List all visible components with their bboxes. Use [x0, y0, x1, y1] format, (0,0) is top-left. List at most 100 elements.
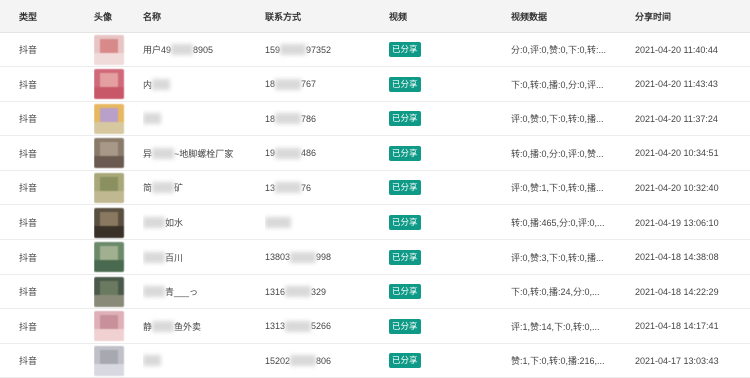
table-row[interactable]: 抖音 青___っ 1316 329 已分享 下:0,转:0,播:24,分:0,.… [0, 275, 750, 310]
cell-name [143, 102, 258, 135]
cell-share-time: 2021-04-20 11:40:44 [635, 44, 718, 55]
name-text-start: 内 [143, 79, 153, 90]
cell-video: 已分享 [389, 275, 489, 308]
redacted-block [171, 44, 194, 55]
contact-text-start: 13 [265, 182, 276, 193]
table-row[interactable]: 抖音 18 786 已分享 评:0,赞:0,下:0,转:0,播... 2021-… [0, 102, 750, 137]
avatar [94, 69, 124, 100]
cell-video-stats: 评:0,赞:3,下:0,转:0,播... [511, 252, 604, 263]
cell-share-time: 2021-04-19 13:06:10 [635, 217, 719, 228]
table-row[interactable]: 抖音 百川 13803 998 已分享 评:0,赞:3,下:0,转:0,播...… [0, 241, 750, 275]
shared-status-badge[interactable]: 已分享 [389, 111, 421, 127]
cell-video: 已分享 [389, 171, 489, 204]
redacted-block [143, 113, 161, 125]
table-row[interactable]: 抖音 简 矿 13 76 已分享 评:0,赞:1,下:0,转:0,播... 20… [0, 171, 750, 206]
redacted-block [265, 217, 291, 228]
name-text-start: 用户49 [143, 45, 172, 55]
redacted-block [143, 251, 165, 263]
cell-video: 已分享 [389, 68, 489, 101]
cell-video-stats: 下:0,转:0,播:24,分:0,... [511, 287, 600, 298]
cell-name: 青___っ [143, 275, 258, 308]
cell-contact: 13803 998 [265, 241, 380, 274]
avatar [94, 172, 124, 203]
cell-share-time: 2021-04-18 14:38:08 [635, 252, 719, 263]
cell-share-time: 2021-04-18 14:22:29 [635, 286, 719, 297]
redacted-block [290, 251, 317, 263]
redacted-block [275, 147, 302, 159]
cell-video-stats: 转:0,播:0,分:0,评:0,赞... [511, 148, 604, 159]
table-row[interactable]: 抖音 用户49 8905 159 97352 已分享 分:0,评:0,赞:0,下… [0, 33, 750, 67]
cell-avatar [94, 206, 134, 239]
table-header: 类型 头像 名称 联系方式 视频 视频数据 分享时间 [0, 0, 750, 33]
cell-type: 抖音 [19, 218, 38, 228]
shared-status-badge[interactable]: 已分享 [389, 145, 421, 161]
shared-status-badge[interactable]: 已分享 [389, 249, 421, 265]
table-row[interactable]: 抖音 如水 已分享 转:0,播:465,分:0,评:0,... 2021-04-… [0, 206, 750, 240]
redacted-block [275, 78, 302, 90]
contact-text-start: 18 [265, 79, 276, 90]
cell-video-stats: 转:0,播:465,分:0,评:0,... [511, 218, 605, 228]
cell-share-time: 2021-04-18 14:17:41 [635, 321, 719, 332]
cell-name: 内 [143, 68, 258, 101]
redacted-block [275, 182, 302, 194]
redacted-block [143, 286, 165, 298]
avatar [94, 242, 124, 273]
cell-video: 已分享 [389, 241, 489, 274]
cell-name: 如水 [143, 206, 258, 239]
cell-avatar [94, 33, 134, 66]
cell-video: 已分享 [389, 137, 489, 170]
shared-status-badge[interactable]: 已分享 [389, 215, 421, 230]
header-video: 视频 [389, 11, 408, 22]
contact-text-end: 5266 [311, 321, 332, 332]
avatar [94, 34, 124, 65]
shared-status-badge[interactable]: 已分享 [389, 284, 421, 300]
cell-video-stats: 赞:1,下:0,转:0,播:216,... [511, 356, 605, 367]
cell-contact: 18 786 [265, 102, 380, 135]
cell-contact: 1313 5266 [265, 310, 380, 343]
name-text-end: 8905 [193, 44, 214, 55]
shared-status-badge[interactable]: 已分享 [389, 353, 421, 369]
name-text-end: 如水 [165, 218, 184, 228]
avatar [94, 103, 124, 134]
shared-status-badge[interactable]: 已分享 [389, 180, 421, 196]
cell-type: 抖音 [19, 183, 38, 194]
cell-video-stats: 评:0,赞:0,下:0,转:0,播... [511, 114, 604, 125]
cell-name [143, 344, 258, 377]
cell-name: 用户49 8905 [143, 33, 258, 66]
name-text-end: ~地脚螺栓厂家 [174, 148, 234, 159]
contact-text-start: 15202 [265, 355, 291, 366]
cell-video: 已分享 [389, 344, 489, 377]
redacted-block [143, 217, 165, 228]
cell-avatar [94, 68, 134, 101]
shared-status-badge[interactable]: 已分享 [389, 318, 421, 334]
cell-video-stats: 评:1,赞:14,下:0,转:0,... [511, 321, 600, 332]
shared-status-badge[interactable]: 已分享 [389, 42, 421, 57]
cell-name: 简 矿 [143, 171, 258, 204]
avatar [94, 311, 124, 342]
table-row[interactable]: 抖音 异 ~地脚螺栓厂家 19 486 已分享 转:0,播:0,分:0,评:0,… [0, 137, 750, 171]
redacted-block [285, 286, 312, 298]
cell-avatar [94, 102, 134, 135]
cell-contact: 18 767 [265, 68, 380, 101]
contact-text-end: 767 [301, 79, 317, 90]
name-text-start: 异 [143, 148, 153, 159]
cell-type: 抖音 [19, 114, 38, 125]
contact-text-start: 1316 [265, 286, 286, 297]
cell-contact: 1316 329 [265, 275, 380, 308]
table-row[interactable]: 抖音 15202 806 已分享 赞:1,下:0,转:0,播:216,... 2… [0, 344, 750, 378]
avatar [94, 276, 124, 307]
cell-share-time: 2021-04-20 10:32:40 [635, 182, 719, 193]
cell-contact: 159 97352 [265, 33, 380, 66]
header-contact: 联系方式 [265, 11, 302, 22]
header-name: 名称 [143, 11, 162, 22]
table-row[interactable]: 抖音 静 鱼外卖 1313 5266 已分享 评:1,赞:14,下:0,转:0,… [0, 310, 750, 344]
cell-type: 抖音 [19, 148, 38, 159]
cell-type: 抖音 [19, 321, 38, 332]
name-text-start: 静 [143, 321, 153, 332]
shared-status-badge[interactable]: 已分享 [389, 76, 421, 92]
cell-share-time: 2021-04-17 13:03:43 [635, 355, 719, 366]
table-row[interactable]: 抖音 内 18 767 已分享 下:0,转:0,播:0,分:0,评... 202… [0, 68, 750, 102]
name-text-end: 百川 [165, 252, 184, 263]
avatar [94, 345, 124, 376]
contact-text-end: 806 [316, 355, 332, 366]
